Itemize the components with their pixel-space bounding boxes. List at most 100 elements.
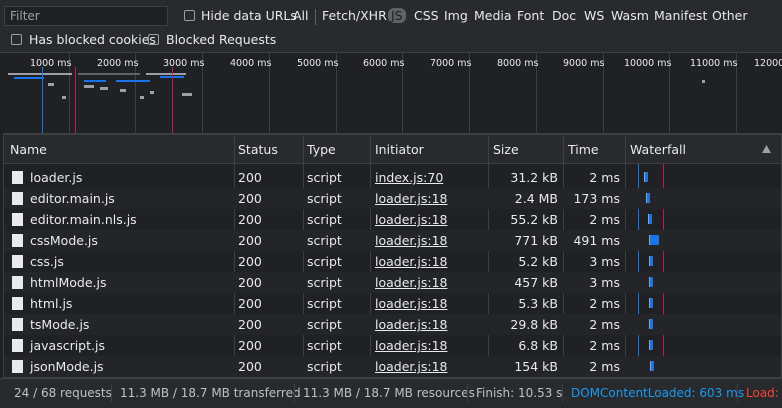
file-icon	[12, 360, 23, 373]
column-header-waterfall[interactable]: Waterfall	[630, 142, 686, 157]
cell-type: script	[307, 170, 342, 185]
hide-data-urls-checkbox[interactable]	[184, 10, 195, 21]
waterfall-bar[interactable]	[649, 340, 654, 350]
type-filter-all[interactable]: All	[293, 8, 309, 23]
overview-activity-bar	[84, 85, 94, 88]
type-filter-wasm[interactable]: Wasm	[611, 8, 649, 23]
cell-initiator[interactable]: loader.js:18	[375, 317, 447, 332]
dom-content-loaded-time: DOMContentLoaded: 603 ms	[571, 386, 745, 400]
overview-tick: 11000 ms	[690, 58, 738, 69]
overview-tick: 2000 ms	[97, 58, 139, 69]
column-header-initiator[interactable]: Initiator	[375, 142, 424, 157]
cell-time: 2 ms	[589, 359, 620, 374]
waterfall-bar[interactable]	[650, 361, 655, 371]
cell-name[interactable]: html.js	[30, 296, 72, 311]
cell-type: script	[307, 212, 342, 227]
cell-initiator[interactable]: loader.js:18	[375, 212, 447, 227]
blocked-requests-checkbox[interactable]	[148, 34, 159, 45]
overview-tick: 9000 ms	[563, 58, 605, 69]
has-blocked-cookies-checkbox[interactable]	[11, 34, 22, 45]
cell-type: script	[307, 338, 342, 353]
table-row[interactable]: html.js 200 script loader.js:18 5.3 kB 2 ms	[4, 293, 781, 314]
type-filter-media[interactable]: Media	[474, 8, 512, 23]
table-row[interactable]: editor.main.nls.js 200 script loader.js:18 5…	[4, 209, 781, 230]
network-filter-bar: Filter Hide data URLs All Fetch/XHR JS C…	[0, 0, 782, 53]
overview-activity-bar	[116, 80, 150, 82]
triangle-up-icon[interactable]	[762, 145, 771, 153]
type-filter-js[interactable]: JS	[388, 8, 406, 23]
cell-initiator[interactable]: loader.js:18	[375, 359, 447, 374]
column-header-type[interactable]: Type	[307, 142, 336, 157]
overview-tick: 12000	[754, 58, 782, 69]
type-filter-manifest[interactable]: Manifest	[654, 8, 707, 23]
table-row[interactable]: jsonMode.js 200 script loader.js:18 154 kB 2 …	[4, 356, 781, 377]
table-row[interactable]: tsMode.js 200 script loader.js:18 29.8 kB 2 m…	[4, 314, 781, 335]
type-filter-doc[interactable]: Doc	[552, 8, 576, 23]
cell-name[interactable]: jsonMode.js	[30, 359, 104, 374]
cell-time: 2 ms	[589, 212, 620, 227]
cell-type: script	[307, 275, 342, 290]
waterfall-bar[interactable]	[649, 277, 654, 287]
waterfall-bar[interactable]	[648, 235, 659, 245]
table-row[interactable]: cssMode.js 200 script loader.js:18 771 kB 491…	[4, 230, 781, 251]
overview-activity-bar	[84, 80, 106, 82]
cell-initiator[interactable]: index.js:70	[375, 170, 443, 185]
table-row[interactable]: htmlMode.js 200 script loader.js:18 457 kB 3 …	[4, 272, 781, 293]
cell-name[interactable]: tsMode.js	[30, 317, 89, 332]
cell-size: 2.4 MB	[514, 191, 558, 206]
table-row[interactable]: css.js 200 script loader.js:18 5.2 kB 3 ms	[4, 251, 781, 272]
type-filter-font[interactable]: Font	[517, 8, 544, 23]
cell-name[interactable]: editor.main.nls.js	[30, 212, 137, 227]
type-filter-other[interactable]: Other	[712, 8, 748, 23]
cell-name[interactable]: cssMode.js	[30, 233, 98, 248]
cell-time: 2 ms	[589, 170, 620, 185]
cell-initiator[interactable]: loader.js:18	[375, 233, 447, 248]
overview-tick: 5000 ms	[297, 58, 339, 69]
cell-time: 2 ms	[589, 317, 620, 332]
cell-initiator[interactable]: loader.js:18	[375, 191, 447, 206]
overview-tick: 6000 ms	[363, 58, 405, 69]
type-filter-ws[interactable]: WS	[584, 8, 604, 23]
cell-name[interactable]: javascript.js	[30, 338, 105, 353]
waterfall-bar[interactable]	[649, 319, 654, 329]
cell-status: 200	[238, 275, 262, 290]
column-header-size[interactable]: Size	[493, 142, 519, 157]
file-icon	[12, 339, 23, 352]
table-row[interactable]: editor.main.js 200 script loader.js:18 2.4 M…	[4, 188, 781, 209]
cell-name[interactable]: editor.main.js	[30, 191, 115, 206]
cell-initiator[interactable]: loader.js:18	[375, 296, 447, 311]
cell-initiator[interactable]: loader.js:18	[375, 275, 447, 290]
cell-status: 200	[238, 338, 262, 353]
cell-name[interactable]: htmlMode.js	[30, 275, 107, 290]
network-overview[interactable]: 1000 ms 2000 ms 3000 ms 4000 ms 5000 ms …	[0, 53, 782, 133]
type-filter-fetch-xhr[interactable]: Fetch/XHR	[322, 8, 387, 23]
cell-time: 3 ms	[589, 275, 620, 290]
cell-size: 31.2 kB	[510, 170, 558, 185]
cell-initiator[interactable]: loader.js:18	[375, 254, 447, 269]
load-marker	[172, 67, 173, 133]
overview-tick: 7000 ms	[430, 58, 472, 69]
cell-time: 2 ms	[589, 338, 620, 353]
waterfall-bar[interactable]	[644, 172, 649, 182]
waterfall-bar[interactable]	[649, 256, 654, 266]
waterfall-bar[interactable]	[649, 298, 654, 308]
cell-name[interactable]: css.js	[30, 254, 64, 269]
overview-tick: 1000 ms	[30, 58, 72, 69]
column-header-name[interactable]: Name	[10, 142, 47, 157]
table-row[interactable]: javascript.js 200 script loader.js:18 6.8 kB…	[4, 335, 781, 356]
type-filter-img[interactable]: Img	[444, 8, 468, 23]
cell-time: 173 ms	[573, 191, 620, 206]
blocked-requests-label: Blocked Requests	[166, 32, 277, 47]
table-row[interactable]: loader.js 200 script index.js:70 31.2 kB 2 ms	[4, 167, 781, 188]
column-header-time[interactable]: Time	[568, 142, 599, 157]
overview-activity-bar	[146, 73, 186, 75]
cell-name[interactable]: loader.js	[30, 170, 82, 185]
waterfall-bar[interactable]	[645, 193, 651, 203]
type-filter-css[interactable]: CSS	[414, 8, 439, 23]
column-header-status[interactable]: Status	[238, 142, 278, 157]
overview-activity-bar	[182, 93, 192, 96]
cell-initiator[interactable]: loader.js:18	[375, 338, 447, 353]
filter-input[interactable]: Filter	[4, 6, 168, 26]
waterfall-bar[interactable]	[648, 214, 653, 224]
cell-size: 5.2 kB	[518, 254, 558, 269]
